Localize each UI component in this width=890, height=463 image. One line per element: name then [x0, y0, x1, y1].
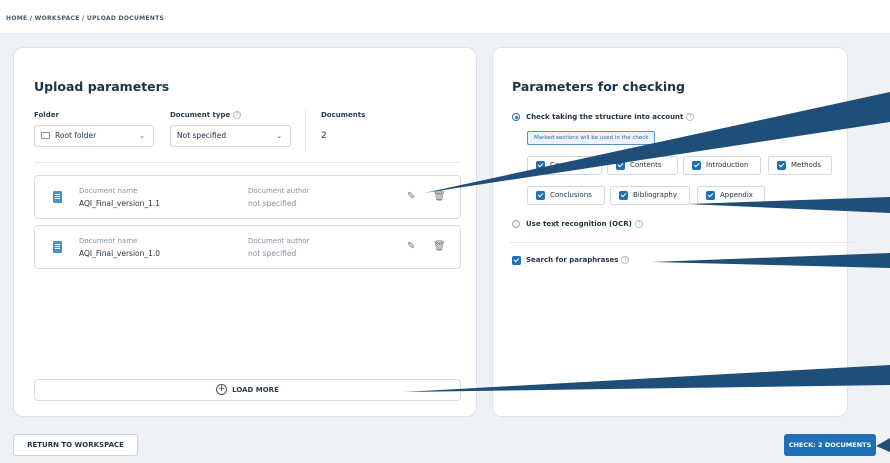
annotation-arrows	[404, 92, 890, 452]
annotation-arrow	[404, 365, 890, 392]
annotation-arrow	[687, 197, 890, 213]
annotation-arrow	[424, 92, 890, 193]
annotation-arrow	[876, 438, 890, 452]
annotation-arrow	[652, 253, 890, 268]
